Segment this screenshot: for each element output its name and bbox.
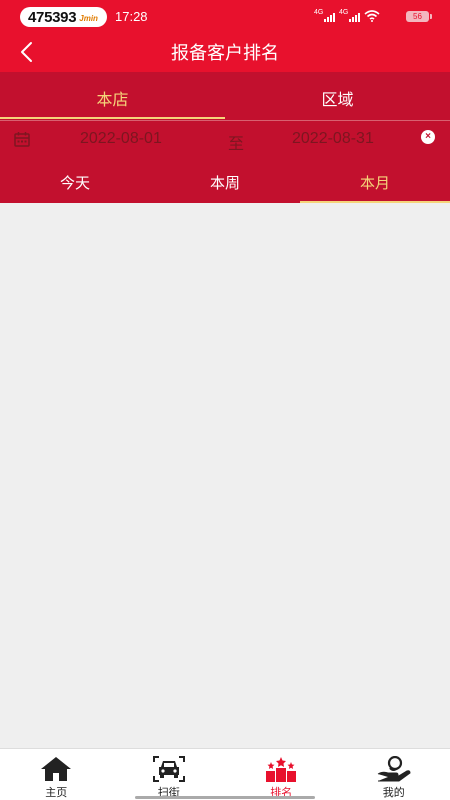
date-range-row: 2022-08-01 至 2022-08-31: [0, 120, 450, 158]
bottom-nav-label: 我的: [382, 787, 405, 799]
signal-label-1: 4G: [314, 9, 324, 16]
start-date-field[interactable]: 2022-08-01: [80, 130, 162, 148]
badge-number: 475393: [28, 8, 77, 26]
ranking-icon: [266, 757, 297, 782]
bottom-nav-scan[interactable]: 扫街: [113, 749, 226, 800]
badge-brand: Jmin: [79, 13, 98, 23]
notification-badge: 475393 Jmin: [20, 7, 107, 27]
tab-region[interactable]: 区域: [225, 72, 450, 120]
tab-store[interactable]: 本店: [0, 72, 225, 120]
battery-icon: 56: [406, 11, 432, 22]
wifi-icon: [364, 10, 380, 22]
battery-level: 56: [413, 12, 422, 21]
bottom-nav-label: 主页: [45, 787, 68, 799]
status-time: 17:28: [115, 9, 148, 24]
nav-bar: 报备客户排名: [0, 34, 450, 72]
period-tabs: 今天 本周 本月: [0, 158, 450, 203]
signal-icon-2: [349, 13, 360, 22]
signal-label-2: 4G: [339, 9, 349, 16]
page-title: 报备客户排名: [171, 43, 279, 63]
status-bar: 475393 Jmin 17:28 4G 4G 56: [0, 0, 450, 34]
date-separator: 至: [228, 136, 245, 153]
scope-tabs: 本店 区域: [0, 72, 450, 120]
tab-today[interactable]: 今天: [0, 158, 150, 203]
home-icon: [41, 757, 72, 781]
bottom-nav-home[interactable]: 主页: [0, 749, 113, 800]
tab-this-month[interactable]: 本月: [300, 158, 450, 203]
calendar-icon[interactable]: [14, 132, 30, 147]
ranking-list-area: [0, 203, 450, 748]
car-scan-icon: [152, 756, 185, 782]
home-indicator: [135, 796, 315, 799]
tab-this-week[interactable]: 本周: [150, 158, 300, 203]
clear-date-icon[interactable]: ×: [421, 130, 435, 144]
profile-hand-icon: [377, 756, 411, 782]
end-date-field[interactable]: 2022-08-31: [292, 130, 374, 148]
bottom-nav-profile[interactable]: 我的: [338, 749, 450, 800]
bottom-nav-ranking[interactable]: 排名: [225, 749, 338, 800]
bottom-nav: 主页 扫街 排名 我的: [0, 748, 450, 800]
signal-icon-1: [324, 13, 335, 22]
